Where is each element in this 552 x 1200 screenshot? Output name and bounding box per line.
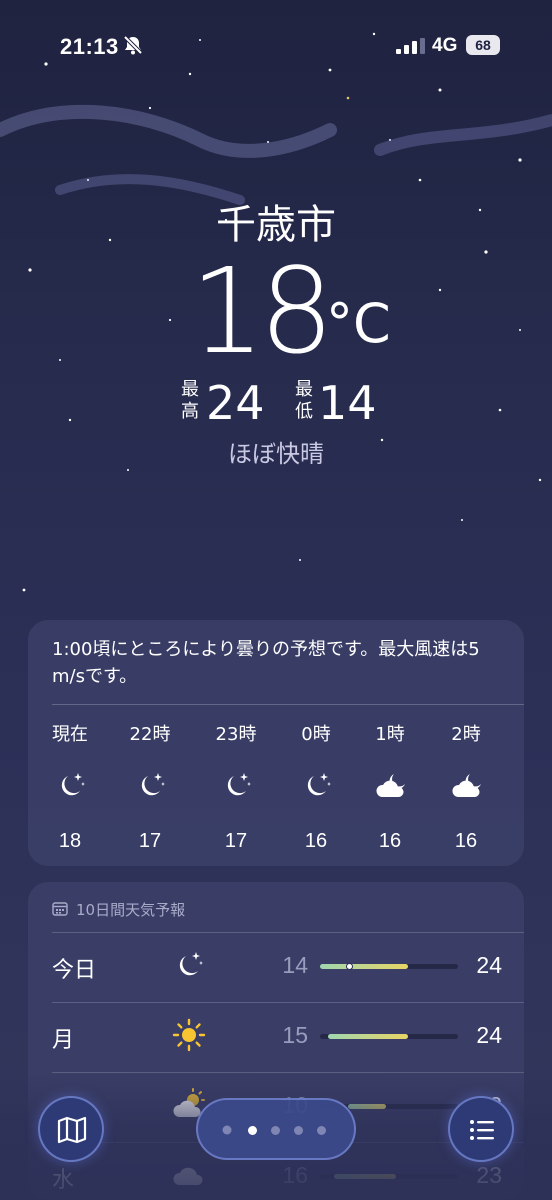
low-temp: 14 (318, 376, 377, 430)
temp-range-bar (320, 963, 458, 970)
sun-icon (172, 1018, 206, 1052)
cloud-moon-icon (376, 774, 405, 797)
city-list-button[interactable] (448, 1096, 514, 1162)
page-dot[interactable] (317, 1126, 326, 1135)
high-temp: 24 (476, 952, 502, 978)
map-icon (57, 1116, 87, 1144)
battery-indicator: 68 (466, 35, 500, 55)
high-temp: 24 (206, 376, 265, 430)
status-bar: 21:13 4G 68 (0, 0, 552, 90)
hourly-item: 1時 16 (350, 720, 430, 860)
weather-condition: ほぼ快晴 (228, 440, 324, 468)
daily-row-today[interactable]: 今日 14 24 (28, 932, 524, 1000)
hour-temp: 16 (304, 830, 328, 852)
day-label: 月 (52, 1028, 75, 1053)
moon-stars-icon (227, 773, 251, 796)
card-divider (52, 704, 524, 705)
high-temp: 24 (476, 1022, 502, 1048)
calendar-icon (52, 902, 68, 916)
hourly-item: 2時 16 (426, 720, 506, 860)
page-dot-active[interactable] (248, 1126, 257, 1135)
temperature-value: 18 (190, 242, 334, 380)
low-temp: 15 (282, 1022, 308, 1048)
cellular-signal-icon (396, 38, 425, 54)
hour-label: 現在 (52, 724, 88, 745)
network-type: 4G (432, 35, 458, 56)
moon-stars-icon (141, 773, 165, 796)
hour-temp: 17 (138, 830, 162, 852)
cloud-moon-icon (452, 774, 481, 797)
low-label-2: 低 (295, 401, 313, 422)
hourly-item: 22時 17 (110, 720, 190, 860)
hour-temp: 16 (454, 830, 478, 852)
moon-stars-icon (307, 773, 331, 796)
hour-temp: 18 (58, 830, 82, 852)
low-temp: 14 (282, 952, 308, 978)
temp-range-bar (320, 1034, 458, 1039)
row-divider (52, 1002, 524, 1003)
hourly-forecast-card[interactable]: 1:00頃にところにより曇りの予想です。最大風速は5 m/sです。 現在 18 … (28, 620, 524, 866)
high-label-1: 最 (181, 379, 199, 400)
low-label-1: 最 (295, 379, 313, 400)
hourly-item: 0時 16 (276, 720, 356, 860)
forecast-summary: 1:00頃にところにより曇りの予想です。最大風速は5 m/sです。 (52, 639, 480, 687)
daily-row[interactable]: 月 15 24 (28, 1002, 524, 1070)
row-divider (52, 932, 524, 933)
hourly-item: 現在 18 (30, 720, 110, 860)
page-indicator[interactable] (196, 1098, 356, 1160)
current-temperature: 18 °C (0, 242, 552, 380)
hour-temp: 16 (378, 830, 402, 852)
temp-range-fill (328, 1034, 409, 1039)
hour-temp: 17 (224, 830, 248, 852)
current-temp-marker (345, 963, 353, 970)
map-button[interactable] (38, 1096, 104, 1162)
hour-label: 23時 (215, 724, 257, 745)
silent-bell-icon (123, 35, 143, 55)
moon-stars-icon (61, 773, 85, 796)
temp-range-fill (320, 964, 409, 969)
moon-stars-icon (179, 952, 203, 976)
status-time: 21:13 (60, 34, 119, 59)
page-dot[interactable] (294, 1126, 303, 1135)
high-label-2: 高 (181, 401, 199, 422)
hour-label: 1時 (375, 724, 405, 745)
location-arrow-icon (222, 1125, 232, 1135)
daily-forecast-title: 10日間天気予報 (76, 901, 186, 919)
hourly-item: 23時 17 (196, 720, 276, 860)
list-icon (470, 1120, 494, 1140)
day-label: 今日 (52, 958, 97, 983)
high-low-temps: 最 高 24 最 低 14 (0, 376, 552, 438)
hour-label: 0時 (301, 724, 331, 745)
hour-label: 2時 (451, 724, 481, 745)
temperature-unit: °C (326, 292, 391, 355)
hour-label: 22時 (129, 724, 171, 745)
page-dot[interactable] (271, 1126, 280, 1135)
